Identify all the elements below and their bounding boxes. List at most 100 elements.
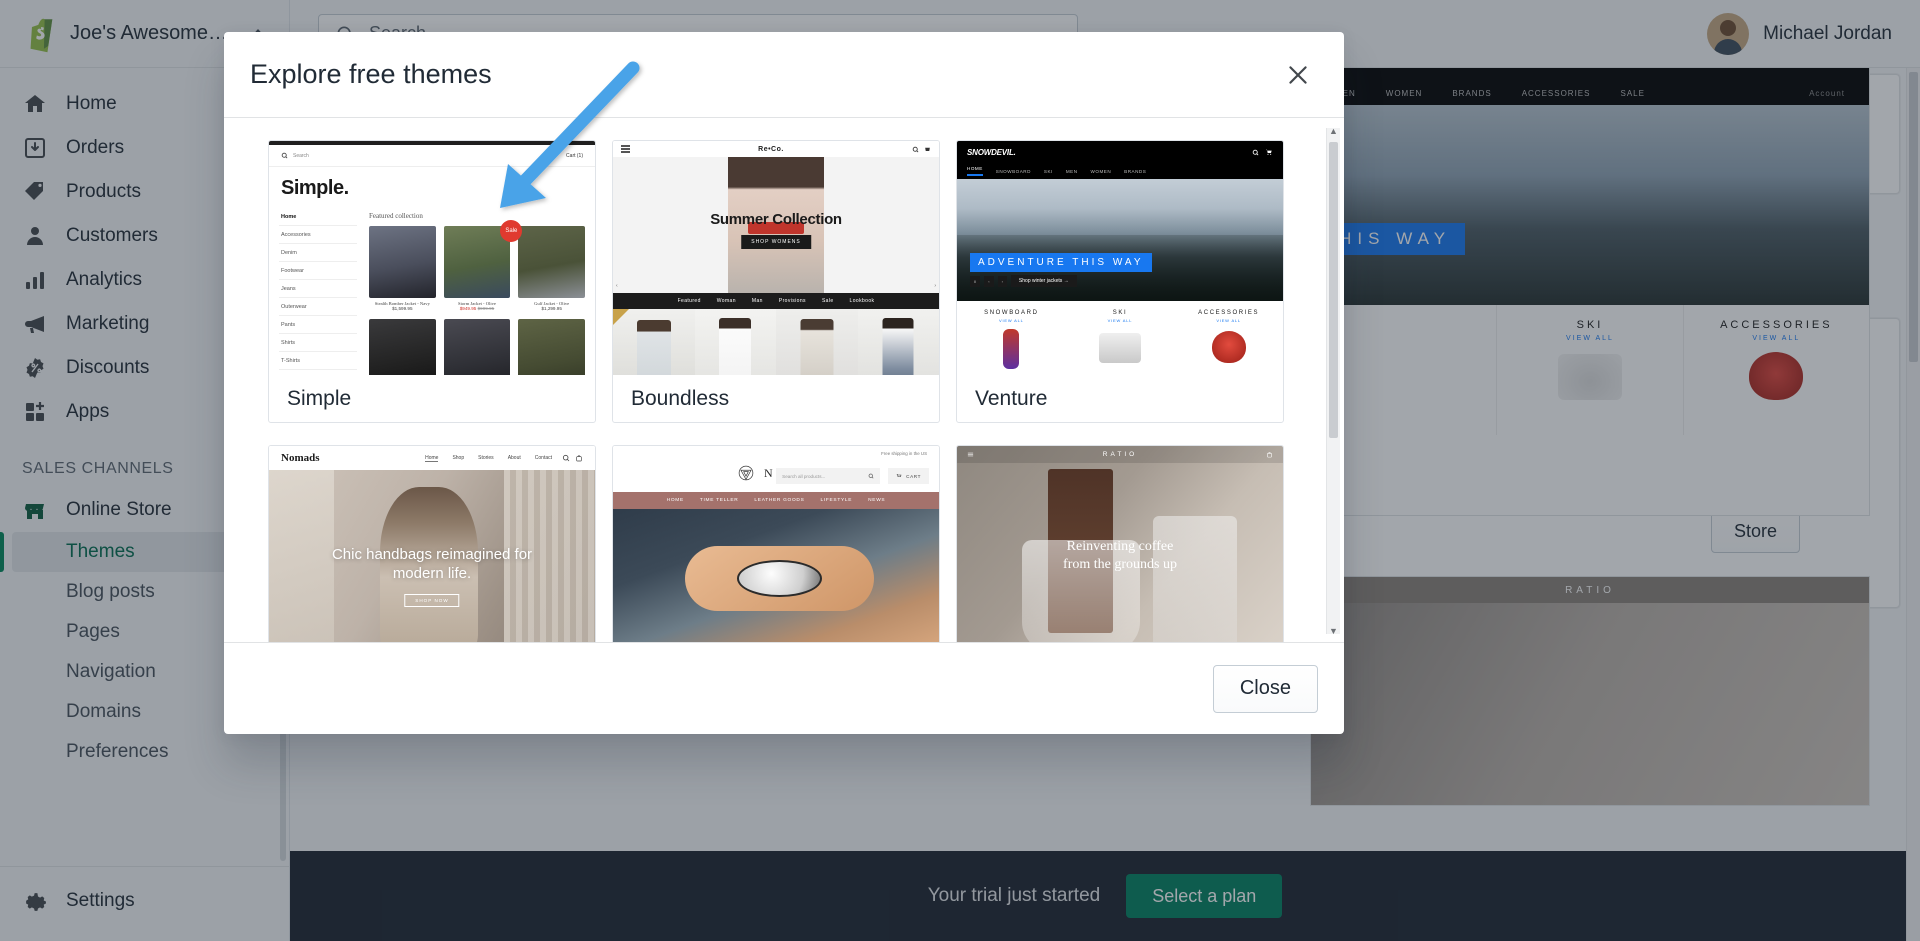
nav-item: SKI xyxy=(1043,168,1053,174)
nav-item: Lookbook xyxy=(849,298,875,304)
simple-brand: Simple. xyxy=(281,177,349,199)
product-price: $949.95 $999.95 xyxy=(444,306,511,311)
nomads-hero-text: Chic handbags reimagined for modern life… xyxy=(269,546,595,584)
menu-item: Denim xyxy=(279,244,357,262)
menu-item: Accessories xyxy=(279,226,357,244)
nav-item: Man xyxy=(751,298,763,304)
nav-item: Home xyxy=(425,454,439,462)
close-icon[interactable] xyxy=(1278,55,1318,95)
nomads-hero: Chic handbags reimagined for modern life… xyxy=(269,470,595,642)
nomads-logo: Nomads xyxy=(281,452,320,464)
boundless-tiles xyxy=(613,309,939,375)
theme-thumbnail: Nomads Home Shop Stories About Contact C… xyxy=(269,446,595,642)
theme-card-venture[interactable]: SNOWDEVIL. HOME SNOWBOARD SKI MEN WOMEN … xyxy=(956,140,1284,423)
hero-line-1: Reinventing coffee xyxy=(1066,539,1174,554)
theme-thumbnail: SNOWDEVIL. HOME SNOWBOARD SKI MEN WOMEN … xyxy=(957,141,1283,375)
menu-item: Footwear xyxy=(279,262,357,280)
product-card: Stealth Bomber Jacket - Navy $1,599.95 xyxy=(369,226,436,311)
product-sale-price: $949.95 xyxy=(459,306,477,311)
theme-grid: Search Cart (1) Simple. Home Accessories… xyxy=(268,140,1320,642)
theme-card-nova[interactable]: Free shipping in the US NOVA Search all … xyxy=(612,445,940,642)
nav-item: HOME xyxy=(666,498,684,503)
prev-icon: ‹ xyxy=(984,275,994,287)
hero-line-2: from the grounds up xyxy=(1063,557,1177,573)
scroll-down-icon[interactable]: ▼ xyxy=(1327,624,1340,638)
simple-menu: Home Accessories Denim Footwear Jeans Ou… xyxy=(279,208,357,375)
explore-free-themes-modal: Explore free themes Search Cart (1) Simp… xyxy=(224,32,1344,734)
menu-item: Jeans xyxy=(279,280,357,298)
bag-icon xyxy=(1267,452,1272,458)
nav-item: SNOWBOARD xyxy=(995,168,1031,174)
nova-shipping-note: Free shipping in the US xyxy=(881,451,927,456)
theme-card-nomads[interactable]: Nomads Home Shop Stories About Contact C… xyxy=(268,445,596,642)
search-icon xyxy=(562,454,570,462)
venture-cta: Shop winter jackets → xyxy=(1010,275,1077,287)
product-price: $1,599.95 xyxy=(392,306,413,311)
nav-item: LIFESTYLE xyxy=(820,498,853,503)
theme-thumbnail: Free shipping in the US NOVA Search all … xyxy=(613,446,939,642)
product-card xyxy=(518,319,585,375)
simple-search-label: Search xyxy=(293,152,309,159)
product-card xyxy=(443,319,511,375)
nav-item: BRANDS xyxy=(1124,168,1147,174)
nav-item: About xyxy=(507,454,521,461)
product-compare-price: $999.95 xyxy=(477,306,495,311)
nav-item: Provisions xyxy=(778,298,806,304)
hamburger-icon xyxy=(621,144,630,155)
theme-thumbnail: Re•Co. Summer Collection SHOP WOMENS ‹ › xyxy=(613,141,939,375)
nav-item: LEATHER GOODS xyxy=(754,498,805,503)
nova-search-placeholder: Search all products... xyxy=(782,473,826,479)
product-card: Sale Storm Jacket - Olive $949.95 $999.9… xyxy=(443,220,523,311)
product-card: Gulf Jacket - Olive $1,299.95 xyxy=(518,226,585,311)
nova-hero xyxy=(613,509,939,642)
cart-icon xyxy=(925,147,930,151)
modal-scrollbar-thumb[interactable] xyxy=(1329,142,1338,438)
nav-item: Shop xyxy=(452,454,465,461)
search-icon xyxy=(1252,149,1259,155)
nav-item: WOMEN xyxy=(1090,168,1112,174)
nova-mark-icon xyxy=(738,465,754,481)
venture-hero-controls: II ‹ › Shop winter jackets → xyxy=(970,275,1077,287)
simple-featured-heading: Featured collection xyxy=(369,212,423,220)
category-card: SNOWBOARD VIEW ALL xyxy=(957,301,1066,375)
category-title: ACCESSORIES xyxy=(1198,310,1260,316)
product-grid: Stealth Bomber Jacket - Navy $1,599.95 S… xyxy=(369,220,585,375)
hamburger-icon xyxy=(967,452,974,457)
hero-line-1: Chic handbags reimagined for xyxy=(331,546,533,563)
boundless-logo: Re•Co. xyxy=(758,145,784,153)
nav-item: Contact xyxy=(534,454,552,461)
category-title: SKI xyxy=(1112,310,1128,316)
category-link: VIEW ALL xyxy=(999,318,1024,323)
nav-item: HOME xyxy=(967,166,983,176)
scroll-up-icon[interactable]: ▲ xyxy=(1327,124,1340,138)
nova-search-input: Search all products... xyxy=(776,468,881,484)
nova-cart-label: CART xyxy=(906,473,921,479)
nav-item: Stories xyxy=(478,454,494,461)
hero-line-2: modern life. xyxy=(392,564,472,582)
modal-body: Search Cart (1) Simple. Home Accessories… xyxy=(224,118,1344,642)
modal-footer: Close xyxy=(224,642,1344,734)
product-card xyxy=(369,319,436,375)
menu-item: Outerwear xyxy=(279,298,357,316)
close-button[interactable]: Close xyxy=(1212,664,1318,713)
bag-icon xyxy=(576,455,582,462)
boundless-hero-button: SHOP WOMENS xyxy=(741,235,811,249)
theme-card-boundless[interactable]: Re•Co. Summer Collection SHOP WOMENS ‹ › xyxy=(612,140,940,423)
menu-item: Shorts xyxy=(279,370,357,375)
menu-item: Pants xyxy=(279,316,357,334)
category-link: VIEW ALL xyxy=(1107,318,1133,323)
ratio-hero-text: Reinventing coffee from the grounds up xyxy=(957,538,1283,574)
theme-card-ratio[interactable]: RATIO Reinventing coffee from the ground… xyxy=(956,445,1284,642)
cart-icon xyxy=(896,473,902,478)
nav-item: MEN xyxy=(1065,168,1078,174)
ratio-logo: RATIO xyxy=(1102,451,1138,458)
category-link: VIEW ALL xyxy=(1216,318,1241,323)
modal-title: Explore free themes xyxy=(250,59,492,89)
venture-categories: SNOWBOARD VIEW ALL SKI VIEW ALL ACCESSOR… xyxy=(957,301,1283,375)
venture-logo: SNOWDEVIL. xyxy=(967,147,1016,157)
menu-item: T-Shirts xyxy=(279,352,357,370)
product-price: $1,299.95 xyxy=(541,306,562,311)
modal-scrollbar[interactable]: ▲ ▼ xyxy=(1326,126,1340,636)
theme-card-simple[interactable]: Search Cart (1) Simple. Home Accessories… xyxy=(268,140,596,423)
category-title: SNOWBOARD xyxy=(984,310,1039,316)
